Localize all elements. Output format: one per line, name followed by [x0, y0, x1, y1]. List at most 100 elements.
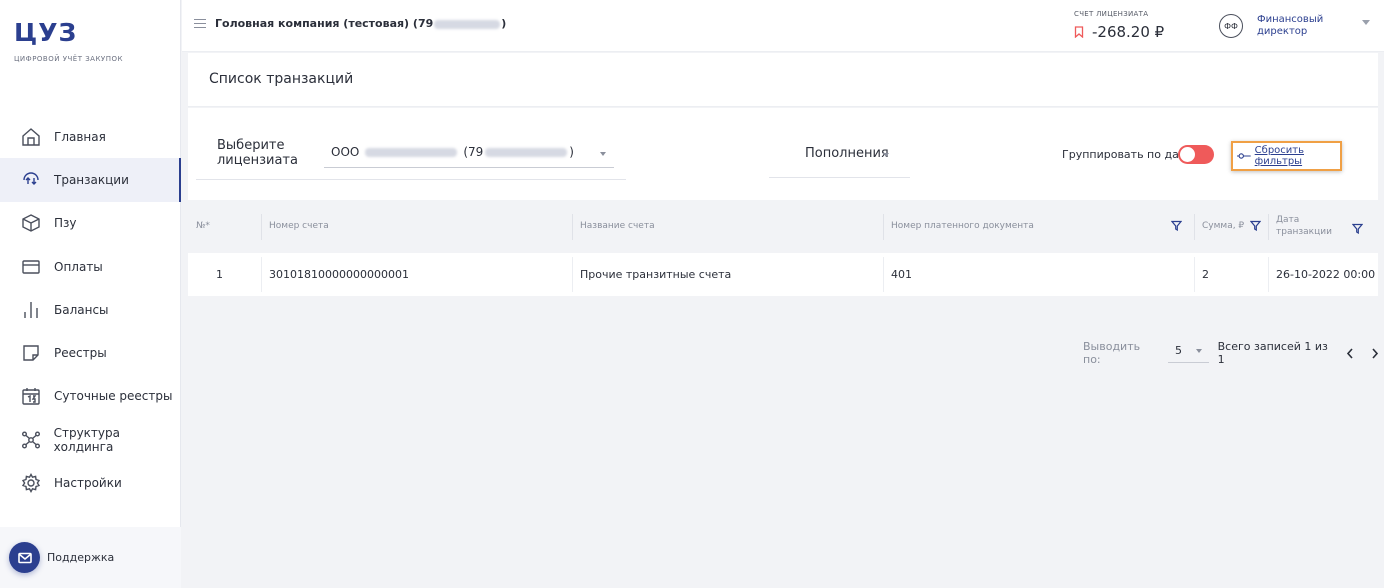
- filter-icon[interactable]: [1352, 223, 1363, 234]
- cell-account-name: Прочие транзитные счета: [572, 253, 883, 296]
- sidebar-item-label: Суточные реестры: [54, 389, 173, 404]
- company-name-suffix: ): [501, 17, 507, 30]
- account-balance-value: -268.20 ₽: [1092, 23, 1165, 41]
- holding-structure-icon: [20, 429, 42, 451]
- sidebar: ЦУЗ ЦИФРОВОЙ УЧЁТ ЗАКУПОК Главная Транза…: [0, 0, 181, 588]
- account-label: СЧЕТ ЛИЦЕНЗИАТА: [1074, 10, 1149, 18]
- page-title: Список транзакций: [209, 71, 354, 87]
- next-page-button[interactable]: [1367, 344, 1384, 362]
- sidebar-item-label: Пзу: [54, 216, 77, 231]
- cell-account-number: 30101810000000000001: [261, 253, 572, 296]
- cell-amount: 2: [1194, 253, 1268, 296]
- prev-page-button[interactable]: [1341, 344, 1358, 362]
- chevron-right-icon: [1372, 347, 1379, 359]
- transaction-type-value: Пополнения: [805, 146, 889, 161]
- column-header-document-number[interactable]: Номер платенного документа: [883, 202, 1194, 250]
- column-header-label: Дата транзакции: [1276, 215, 1332, 237]
- cell-date: 26-10-2022 00:00: [1268, 253, 1378, 296]
- reset-filters-button[interactable]: Сбросить фильтры: [1231, 141, 1342, 171]
- licensee-suffix: ): [569, 145, 574, 159]
- sidebar-item-transactions[interactable]: Транзакции: [0, 158, 181, 202]
- sidebar-item-label: Структура холдинга: [53, 425, 120, 454]
- column-header-amount[interactable]: Сумма, ₽: [1194, 202, 1268, 250]
- top-bar: Головная компания (тестовая) (79) СЧЕТ Л…: [182, 0, 1384, 52]
- column-header-label: Название счета: [580, 221, 655, 231]
- reset-filter-icon: [1237, 153, 1251, 159]
- filters-panel: Выберите лицензиата ООО (79) Пополнения Г…: [188, 108, 1378, 200]
- account-balance: -268.20 ₽: [1074, 23, 1164, 41]
- transaction-type-select[interactable]: Пополнения: [769, 138, 910, 178]
- licensee-value: ООО (79): [331, 145, 574, 159]
- cell-text: 401: [891, 268, 912, 281]
- column-header-label: Номер платенного документа: [891, 221, 1034, 231]
- group-by-date-toggle[interactable]: [1178, 145, 1214, 164]
- mail-icon: [9, 542, 40, 573]
- per-page-select[interactable]: 5: [1168, 343, 1209, 363]
- sidebar-item-label: Транзакции: [54, 172, 129, 187]
- cell-text: 26-10-2022 00:00: [1276, 268, 1376, 281]
- cell-document-number: 401: [883, 253, 1194, 296]
- user-role[interactable]: Финансовый директор: [1257, 14, 1337, 38]
- sidebar-item-label: Настройки: [54, 476, 122, 491]
- sidebar-nav: Главная Транзакции Пзу Оплаты Балансы Ре…: [0, 115, 181, 505]
- chevron-down-icon: [600, 152, 606, 156]
- redacted-inn: [434, 19, 501, 29]
- chevron-left-icon: [1347, 347, 1353, 359]
- page-header: Список транзакций: [188, 53, 1378, 107]
- cell-text: 30101810000000000001: [269, 268, 409, 281]
- sidebar-item-pzu[interactable]: Пзу: [0, 202, 181, 245]
- sidebar-item-holding-structure[interactable]: Структура холдинга: [0, 418, 181, 461]
- licensee-select[interactable]: ООО (79): [324, 138, 614, 168]
- table-row[interactable]: 1 30101810000000000001 Прочие транзитные…: [188, 253, 1378, 296]
- company-name: Головная компания (тестовая) (79: [215, 17, 434, 30]
- sidebar-item-label: Оплаты: [54, 259, 103, 274]
- support-label: Поддержка: [47, 551, 115, 564]
- hamburger-menu-icon[interactable]: [194, 19, 206, 31]
- reset-filters-label: Сбросить фильтры: [1254, 145, 1305, 167]
- filter-icon[interactable]: [1250, 220, 1261, 231]
- sidebar-item-daily-registries[interactable]: Суточные реестры: [0, 375, 181, 418]
- total-records: Всего записей 1 из 1: [1217, 340, 1328, 366]
- column-header-label: Сумма, ₽: [1202, 221, 1245, 231]
- sidebar-item-registries[interactable]: Реестры: [0, 331, 181, 374]
- box-icon: [20, 212, 42, 234]
- support-button[interactable]: Поддержка: [0, 527, 181, 588]
- redacted-name: [365, 147, 458, 157]
- cell-text: 2: [1202, 268, 1209, 281]
- transactions-table: №* Номер счета Название счета Номер плат…: [188, 202, 1378, 296]
- filter-icon[interactable]: [1171, 220, 1182, 231]
- divider: [196, 179, 626, 180]
- column-header-num[interactable]: №*: [188, 202, 261, 250]
- avatar[interactable]: ФФ: [1219, 14, 1243, 38]
- logo[interactable]: ЦУЗ: [14, 18, 77, 47]
- column-header-date[interactable]: Дата транзакции: [1268, 202, 1378, 250]
- sidebar-item-balances[interactable]: Балансы: [0, 288, 181, 331]
- column-header-label: №*: [196, 221, 210, 231]
- gear-icon: [20, 472, 42, 494]
- per-page-value: 5: [1175, 344, 1183, 357]
- chevron-down-icon: [1196, 349, 1203, 353]
- table-header: №* Номер счета Название счета Номер плат…: [188, 202, 1378, 250]
- column-header-account-number[interactable]: Номер счета: [261, 202, 572, 250]
- home-icon: [20, 126, 42, 148]
- group-by-date-label: Группировать по дате: [1062, 148, 1192, 161]
- chevron-down-icon[interactable]: [1362, 20, 1370, 25]
- column-header-account-name[interactable]: Название счета: [572, 202, 883, 250]
- cell-num: 1: [216, 268, 223, 281]
- sidebar-item-settings[interactable]: Настройки: [0, 461, 181, 504]
- sidebar-item-payments[interactable]: Оплаты: [0, 245, 181, 288]
- bookmark-icon: [1074, 26, 1084, 38]
- transactions-icon: [20, 169, 42, 191]
- column-header-label: Номер счета: [269, 221, 329, 231]
- licensee-prefix: ООО: [331, 145, 360, 159]
- logo-tagline: ЦИФРОВОЙ УЧЁТ ЗАКУПОК: [14, 55, 123, 63]
- licensee-label: Выберите лицензиата: [217, 138, 298, 168]
- company-selector[interactable]: Головная компания (тестовая) (79): [215, 17, 506, 30]
- balance-bars-icon: [20, 299, 42, 321]
- per-page-label: Выводить по:: [1083, 340, 1141, 366]
- sidebar-item-label: Балансы: [54, 302, 109, 317]
- card-icon: [20, 256, 42, 278]
- sidebar-item-label: Главная: [54, 129, 106, 144]
- sidebar-item-home[interactable]: Главная: [0, 115, 181, 158]
- calendar-icon: [20, 385, 42, 407]
